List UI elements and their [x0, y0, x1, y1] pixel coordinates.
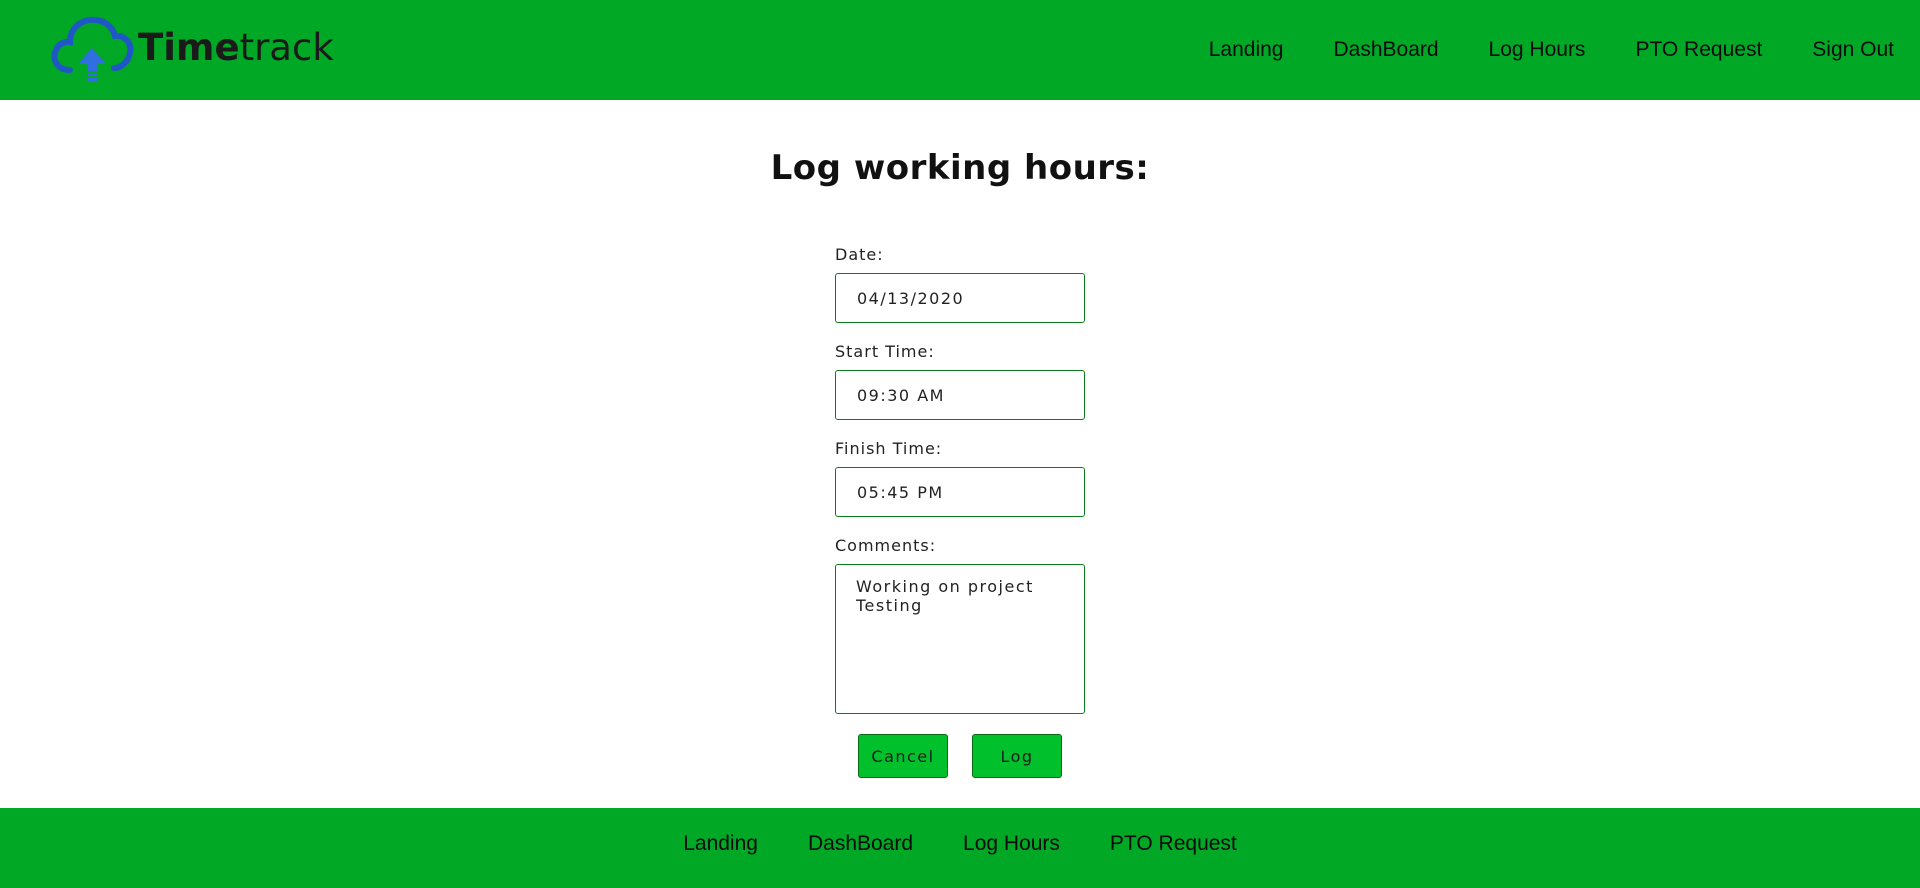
- log-hours-form: Date: Start Time: Finish Time: Comments:…: [835, 246, 1085, 714]
- page-title: Log working hours:: [770, 148, 1150, 188]
- date-field[interactable]: [835, 273, 1085, 323]
- nav-dashboard[interactable]: DashBoard: [1333, 38, 1438, 62]
- footer-nav-log-hours[interactable]: Log Hours: [963, 832, 1060, 856]
- brand-name: Timetrack: [138, 26, 334, 69]
- start-time-label: Start Time:: [835, 342, 935, 361]
- finish-time-label: Finish Time:: [835, 439, 943, 458]
- footer-nav-dashboard[interactable]: DashBoard: [808, 832, 913, 856]
- brand-logo[interactable]: Timetrack: [48, 10, 334, 86]
- nav-pto-request[interactable]: PTO Request: [1635, 38, 1762, 62]
- nav-sign-out[interactable]: Sign Out: [1812, 38, 1894, 62]
- brand-name-light: track: [239, 26, 334, 69]
- footer-navbar: Landing DashBoard Log Hours PTO Request: [0, 808, 1920, 888]
- date-label: Date:: [835, 245, 884, 264]
- cancel-button[interactable]: Cancel: [858, 734, 948, 778]
- form-actions: Cancel Log: [858, 734, 1062, 778]
- finish-time-field[interactable]: [835, 467, 1085, 517]
- footer-nav-landing[interactable]: Landing: [683, 832, 758, 856]
- start-time-field[interactable]: [835, 370, 1085, 420]
- comments-label: Comments:: [835, 536, 937, 555]
- nav-landing[interactable]: Landing: [1209, 38, 1284, 62]
- nav-log-hours[interactable]: Log Hours: [1489, 38, 1586, 62]
- comments-field[interactable]: Working on project Testing: [835, 564, 1085, 714]
- top-nav: Landing DashBoard Log Hours PTO Request …: [1209, 0, 1920, 100]
- footer-nav-pto-request[interactable]: PTO Request: [1110, 832, 1237, 856]
- brand-name-bold: Time: [138, 26, 240, 69]
- log-button[interactable]: Log: [972, 734, 1062, 778]
- top-navbar: Timetrack Landing DashBoard Log Hours PT…: [0, 0, 1920, 100]
- cloud-upload-icon: [51, 16, 134, 82]
